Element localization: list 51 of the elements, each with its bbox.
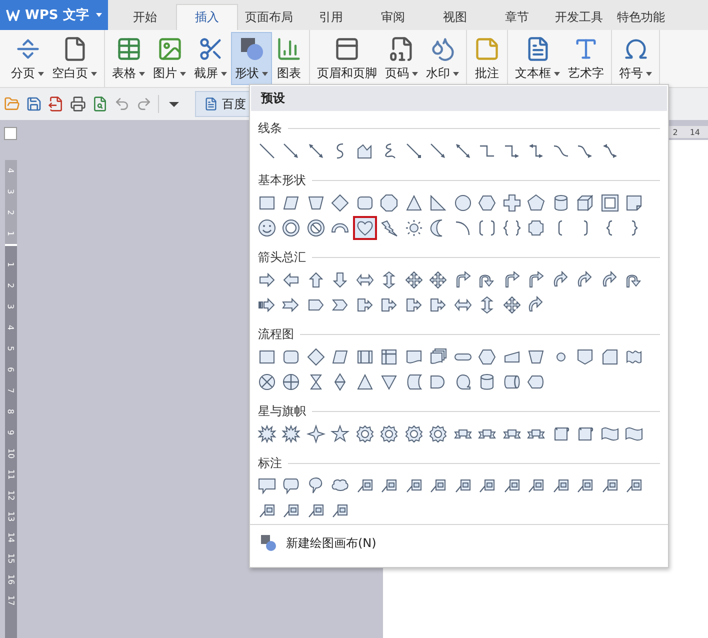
ruler-number: 4 <box>6 324 16 330</box>
ruler-number: 12 <box>6 490 16 501</box>
ruler-number: 2 <box>672 128 678 136</box>
ruler-number: 2 <box>6 282 16 288</box>
ruler-number: 5 <box>6 346 16 352</box>
ruler-number: 3 <box>6 188 16 194</box>
ribbon-button[interactable]: 图表 <box>272 32 306 85</box>
ruler-number: 4 <box>6 168 16 174</box>
ribbon-button[interactable]: 分页 <box>7 32 48 85</box>
ruler-number: 16 <box>6 574 16 585</box>
ribbon-tab[interactable]: 特色功能 <box>610 4 672 30</box>
ruler-number: 2 <box>6 210 16 216</box>
ribbon-button[interactable]: 页眉和页脚 <box>313 32 381 85</box>
ruler-number: 7 <box>6 388 16 394</box>
new-canvas-menu-item[interactable]: 新建绘图画布(N) <box>258 532 378 554</box>
ribbon-button[interactable]: 截屏 <box>190 32 231 85</box>
menu-header: 预设 <box>251 86 667 111</box>
ruler-number: 3 <box>6 304 16 310</box>
ruler-number: 17 <box>6 595 16 606</box>
ribbon-button[interactable]: 表格 <box>108 32 149 85</box>
ribbon-tab[interactable]: 插入 <box>176 4 238 30</box>
section-title: 箭头总汇 <box>258 249 306 266</box>
ruler-number: 13 <box>6 511 16 522</box>
ribbon-tab[interactable]: 审阅 <box>362 4 424 30</box>
ruler-number: 9 <box>6 430 16 436</box>
ribbon-tab[interactable]: 章节 <box>486 4 548 30</box>
section-title: 基本形状 <box>258 172 306 189</box>
ribbon-button[interactable]: 形状 <box>231 32 272 85</box>
ruler-number: 10 <box>6 448 16 459</box>
ribbon-button[interactable]: 图片 <box>149 32 190 85</box>
app-menu-button[interactable]: WPS 文字 <box>0 0 108 30</box>
ruler-number: 6 <box>6 366 16 372</box>
ribbon-tab[interactable]: 开始 <box>114 4 176 30</box>
ruler-number: 8 <box>6 408 16 414</box>
ruler-number: 1 <box>6 230 16 236</box>
ribbon-tab[interactable]: 视图 <box>424 4 486 30</box>
ribbon-tab[interactable]: 页面布局 <box>238 4 300 30</box>
section-title: 流程图 <box>258 326 294 343</box>
ruler-number: 1 <box>6 262 16 268</box>
ribbon-button[interactable]: 批注 <box>470 32 504 85</box>
section-title: 线条 <box>258 120 282 137</box>
ruler-number: 15 <box>6 553 16 564</box>
ruler-number: 11 <box>6 469 16 480</box>
ruler-number: 14 <box>690 128 700 136</box>
ribbon-tab[interactable]: 开发工具 <box>548 4 610 30</box>
section-title: 标注 <box>258 455 282 472</box>
ribbon-button[interactable]: 艺术字 <box>564 32 608 85</box>
ruler-number: 14 <box>6 532 16 543</box>
section-title: 星与旗帜 <box>258 403 306 420</box>
ribbon-button[interactable]: 空白页 <box>48 32 101 85</box>
ribbon-tab[interactable]: 引用 <box>300 4 362 30</box>
